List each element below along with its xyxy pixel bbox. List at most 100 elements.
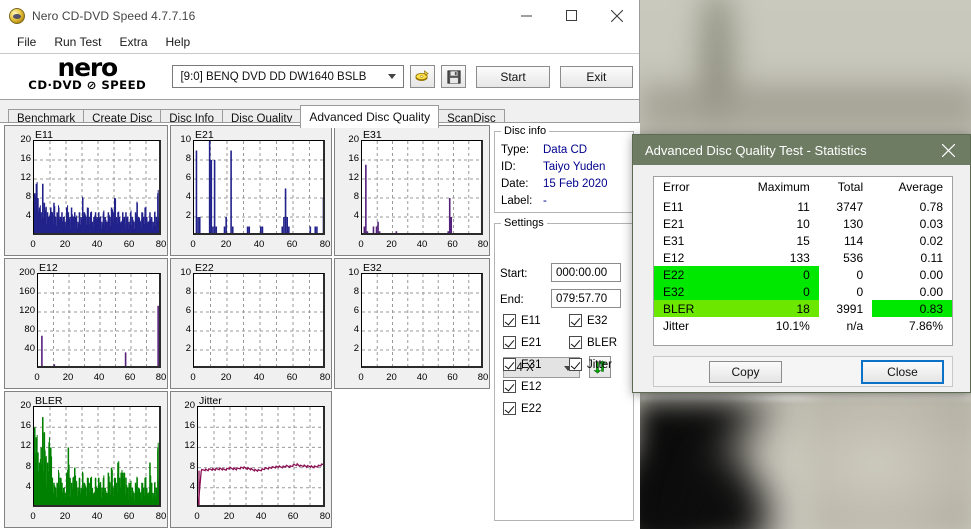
x-axis-tick: 60 <box>286 239 298 250</box>
y-axis-tick: 20 <box>20 134 31 145</box>
checkbox-e12[interactable]: E12 <box>503 380 541 393</box>
y-axis-tick: 200 <box>19 267 35 278</box>
checkbox-label: E32 <box>587 314 608 327</box>
x-axis-tick: 80 <box>155 239 167 250</box>
disc-label-value: - <box>543 195 547 207</box>
background-animal-fur <box>636 400 806 529</box>
table-row: E12 133 536 0.11 <box>654 249 952 266</box>
copy-button[interactable]: Copy <box>709 361 782 383</box>
y-axis-tick: 8 <box>353 191 359 202</box>
advanced-disc-quality-panel: E11 4 8 12 16 20 0 20 40 60 80 E21 2 4 6 8 10 0 20 40 60 80 E3… <box>0 122 640 529</box>
y-axis-tick: 4 <box>25 480 31 492</box>
x-axis-tick: 60 <box>447 372 458 383</box>
graph-e21: E21 2 4 6 8 10 0 20 40 60 80 <box>170 125 332 256</box>
maximize-button[interactable] <box>549 0 594 31</box>
checkbox-label: E21 <box>521 336 542 349</box>
exit-button[interactable]: Exit <box>559 65 633 88</box>
y-axis-tick: 8 <box>185 286 191 297</box>
x-axis-tick: 20 <box>220 372 232 383</box>
statistics-dialog: Advanced Disc Quality Test - Statistics … <box>632 134 971 393</box>
y-axis-tick: 4 <box>185 324 191 335</box>
y-axis-tick: 12 <box>20 172 31 183</box>
cell-total: 0 <box>856 284 864 299</box>
cell-average: 0.11 <box>920 250 943 265</box>
checkbox-e31[interactable]: E31 <box>503 358 541 371</box>
plot-area <box>361 273 483 368</box>
checkbox-e32[interactable]: E32 <box>569 314 607 327</box>
x-axis-tick: 60 <box>287 511 299 522</box>
checkbox-e11[interactable]: E11 <box>503 314 541 327</box>
minimize-button[interactable] <box>504 0 549 31</box>
eject-disc-button[interactable] <box>410 65 436 88</box>
floppy-save-icon <box>447 69 461 84</box>
cell-total: 536 <box>843 250 864 265</box>
cell-maximum: 10 <box>796 216 810 231</box>
table-header-row: Error Maximum Total Average <box>654 177 952 198</box>
menu-item-help[interactable]: Help <box>157 33 200 51</box>
drive-select[interactable]: [9:0] BENQ DVD DD DW1640 BSLB <box>172 65 405 88</box>
cell-average: 7.86% <box>908 318 943 333</box>
start-time-input[interactable]: 000:00.00 <box>551 263 621 282</box>
x-axis-tick: 80 <box>477 239 489 250</box>
table-row: E32 0 0 0.00 <box>654 283 952 300</box>
y-axis-tick: 20 <box>20 400 31 411</box>
cell-maximum: 18 <box>727 300 819 317</box>
save-results-button[interactable] <box>441 65 467 88</box>
cell-maximum: 0 <box>727 266 819 283</box>
checkbox-box <box>569 358 582 371</box>
disc-info-legend: Disc info <box>501 125 550 137</box>
table-row: Jitter 10.1% n/a 7.86% <box>654 317 952 334</box>
x-axis-tick: 40 <box>93 372 105 383</box>
plot-area <box>197 406 325 507</box>
end-time-input[interactable]: 079:57.70 <box>551 289 621 308</box>
start-button[interactable]: Start <box>476 65 550 88</box>
column-header-error: Error <box>663 180 690 194</box>
menu-item-extra[interactable]: Extra <box>110 33 156 51</box>
graph-e11: E11 4 8 12 16 20 0 20 40 60 80 <box>4 125 168 256</box>
x-axis-tick: 60 <box>123 239 135 250</box>
checkbox-e22[interactable]: E22 <box>503 402 541 415</box>
disc-date-label: Date: <box>501 178 529 190</box>
x-axis-tick: 0 <box>194 511 200 522</box>
close-icon[interactable] <box>926 135 970 165</box>
checkbox-e21[interactable]: E21 <box>503 336 541 349</box>
checkbox-bler[interactable]: BLER <box>569 336 617 349</box>
y-axis-tick: 6 <box>185 305 191 316</box>
x-axis-tick: 40 <box>253 239 265 250</box>
x-axis-tick: 80 <box>155 372 167 383</box>
checkbox-jitter[interactable]: Jitter <box>569 358 612 371</box>
x-axis-tick: 20 <box>386 372 397 383</box>
cell-maximum: 11 <box>797 199 810 214</box>
plot-area <box>33 140 161 235</box>
checkbox-label: E12 <box>521 380 542 393</box>
tab-advanced-disc-quality[interactable]: Advanced Disc Quality <box>300 105 440 128</box>
cell-error: E22 <box>654 266 728 283</box>
y-axis-tick: 20 <box>348 134 359 145</box>
y-axis-tick: 16 <box>184 420 195 432</box>
x-axis-tick: 0 <box>30 511 36 522</box>
cell-error: E32 <box>654 283 728 300</box>
menu-item-run-test[interactable]: Run Test <box>45 33 110 51</box>
x-axis-tick: 60 <box>447 239 458 250</box>
cell-error: Jitter <box>663 318 690 333</box>
close-button[interactable] <box>594 0 639 31</box>
menu-item-file[interactable]: File <box>8 33 45 51</box>
window-title: Nero CD-DVD Speed 4.7.7.16 <box>32 8 196 23</box>
y-axis-tick: 8 <box>25 460 31 472</box>
close-button[interactable]: Close <box>861 360 944 384</box>
y-axis-tick: 8 <box>189 460 195 472</box>
cell-average: 0.78 <box>919 199 943 214</box>
disc-type-value: Data CD <box>543 144 588 156</box>
cell-average: 0.00 <box>919 267 943 282</box>
y-axis-tick: 6 <box>353 305 359 316</box>
y-axis-tick: 2 <box>353 343 359 354</box>
x-axis-tick: 20 <box>62 372 74 383</box>
y-axis-tick: 4 <box>185 191 191 202</box>
plot-area <box>193 273 325 368</box>
y-axis-tick: 8 <box>185 153 191 164</box>
nero-logo-subtitle: CD·DVD ⊘ SPEED <box>28 77 147 92</box>
graph-grid: E11 4 8 12 16 20 0 20 40 60 80 E21 2 4 6 8 10 0 20 40 60 80 E3… <box>4 125 490 528</box>
y-axis-tick: 4 <box>353 210 359 221</box>
x-axis-tick: 20 <box>59 511 71 522</box>
statistics-dialog-titlebar: Advanced Disc Quality Test - Statistics <box>633 135 970 165</box>
